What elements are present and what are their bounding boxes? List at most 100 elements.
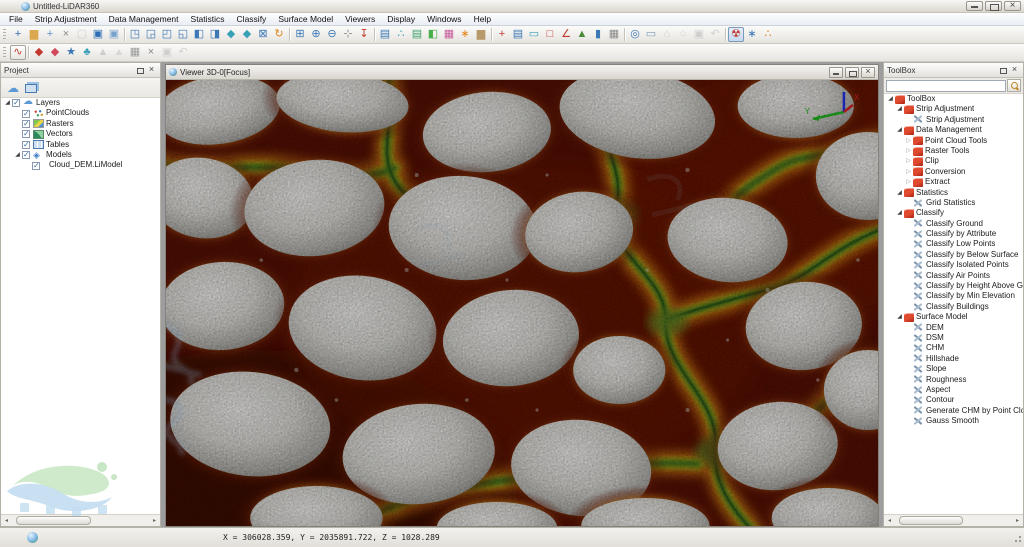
toolbox-tree-item[interactable]: Roughness: [884, 375, 1023, 385]
layer-checkbox[interactable]: [22, 110, 30, 118]
expander-icon[interactable]: [904, 177, 913, 187]
toolbox-tree-item[interactable]: Classify by Attribute: [884, 229, 1023, 239]
toolbox-tree-item[interactable]: Aspect: [884, 385, 1023, 395]
pan[interactable]: ⊹: [340, 27, 356, 42]
layer-checkbox[interactable]: [22, 120, 30, 128]
toolbox-tree-item[interactable]: Slope: [884, 364, 1023, 374]
view-top[interactable]: ◳: [127, 27, 143, 42]
orbit-rotate[interactable]: ↻: [271, 27, 287, 42]
layer-checkbox[interactable]: [12, 99, 20, 107]
view-iso-front[interactable]: ◆: [223, 27, 239, 42]
search-icon[interactable]: [1007, 79, 1021, 92]
profile-points[interactable]: ∴: [393, 27, 409, 42]
toolbox-tree-item[interactable]: Extract: [884, 177, 1023, 187]
expander-icon[interactable]: [904, 156, 913, 166]
toolbox-tree-item[interactable]: DEM: [884, 323, 1023, 333]
toolbox-tree-item[interactable]: Classify by Height Above Gro: [884, 281, 1023, 291]
display-settings[interactable]: ∗: [457, 27, 473, 42]
save-selection[interactable]: ▣: [691, 27, 707, 42]
select-polygon[interactable]: ⌂: [659, 27, 675, 42]
view-bottom[interactable]: ◲: [143, 27, 159, 42]
layers-icon[interactable]: [25, 84, 37, 93]
pick-point[interactable]: +: [494, 27, 510, 42]
scrollbar-thumb[interactable]: [16, 516, 91, 525]
menu-item[interactable]: Surface Model: [272, 13, 339, 26]
toolbox-tree-item[interactable]: Point Cloud Tools: [884, 136, 1023, 146]
toolbox-tree-item[interactable]: Clip: [884, 156, 1023, 166]
expander-icon[interactable]: [895, 312, 904, 322]
scroll-left-icon[interactable]: ◂: [1, 517, 12, 524]
viewer-minimize-button[interactable]: [829, 67, 843, 78]
toolbar-drag-handle[interactable]: [3, 47, 6, 59]
toolbox-tree-item[interactable]: Classify Air Points: [884, 271, 1023, 281]
menu-item[interactable]: File: [3, 13, 29, 26]
viewer-title-bar[interactable]: Viewer 3D-0[Focus]: [166, 65, 878, 80]
float-panel-icon[interactable]: [134, 65, 145, 75]
image-folder[interactable]: ▆: [473, 27, 489, 42]
project-tree-item[interactable]: Tables: [1, 140, 160, 150]
undo-selection[interactable]: ↶: [707, 27, 723, 42]
layer-checkbox[interactable]: [22, 151, 30, 159]
save-project-as[interactable]: ▣: [106, 27, 122, 42]
toolbox-tree-item[interactable]: Generate CHM by Point Clou: [884, 406, 1023, 416]
measure-density[interactable]: ▦: [606, 27, 622, 42]
menu-item[interactable]: Strip Adjustment: [29, 13, 103, 26]
expander-icon[interactable]: [895, 125, 904, 135]
add-pointcloud-icon[interactable]: ☁: [7, 82, 19, 94]
scroll-right-icon[interactable]: ▸: [149, 517, 160, 524]
expander-icon[interactable]: [3, 98, 12, 108]
classify-interactive-1[interactable]: ◆: [31, 45, 47, 60]
profile-chart[interactable]: ∿: [10, 45, 26, 60]
profile-mountain-1[interactable]: ▲: [95, 45, 111, 60]
toolbox-tree-item[interactable]: Strip Adjustment: [884, 115, 1023, 125]
toolbox-tree-item[interactable]: Gauss Smooth: [884, 416, 1023, 426]
pin-view[interactable]: ↧: [356, 27, 372, 42]
close-button[interactable]: [1004, 1, 1021, 11]
maximize-button[interactable]: [985, 1, 1002, 11]
toolbox-tree-item[interactable]: Classify: [884, 208, 1023, 218]
toolbox-horizontal-scrollbar[interactable]: ◂ ▸: [884, 514, 1023, 526]
layer-checkbox[interactable]: [22, 130, 30, 138]
expander-icon[interactable]: [886, 94, 895, 104]
multi-measure[interactable]: ▤: [510, 27, 526, 42]
toolbox-tree-item[interactable]: Grid Statistics: [884, 198, 1023, 208]
measure-volume[interactable]: ▮: [590, 27, 606, 42]
expander-icon[interactable]: [895, 208, 904, 218]
toolbox-tree-item[interactable]: Statistics: [884, 188, 1023, 198]
zoom-out[interactable]: ⊖: [324, 27, 340, 42]
menu-item[interactable]: Viewers: [339, 13, 381, 26]
add-data[interactable]: +: [42, 27, 58, 42]
scroll-left-icon[interactable]: ◂: [884, 517, 895, 524]
dem-3d-viewport[interactable]: Y X: [166, 80, 878, 526]
viewer-restore-button[interactable]: [845, 67, 859, 78]
scatter-points[interactable]: ∴: [760, 27, 776, 42]
expander-icon[interactable]: [904, 146, 913, 156]
viewer-close-button[interactable]: [861, 67, 875, 78]
new-project[interactable]: +: [10, 27, 26, 42]
minimize-button[interactable]: [966, 1, 983, 11]
display-by-intensity[interactable]: ▤: [409, 27, 425, 42]
expander-icon[interactable]: [895, 188, 904, 198]
menu-item[interactable]: Help: [468, 13, 497, 26]
measure-distance[interactable]: ▭: [526, 27, 542, 42]
toolbox-tree-item[interactable]: Raster Tools: [884, 146, 1023, 156]
scroll-right-icon[interactable]: ▸: [1012, 517, 1023, 524]
zoom-in[interactable]: ⊕: [308, 27, 324, 42]
classify-colors[interactable]: ☢: [728, 27, 744, 42]
project-tree-item[interactable]: Vectors: [1, 129, 160, 139]
classify-interactive-2[interactable]: ◆: [47, 45, 63, 60]
float-panel-icon[interactable]: [997, 65, 1008, 75]
toolbox-tree-item[interactable]: ToolBox: [884, 94, 1023, 104]
expander-icon[interactable]: [895, 104, 904, 114]
menu-item[interactable]: Classify: [231, 13, 273, 26]
menu-item[interactable]: Data Management: [103, 13, 185, 26]
layer-checkbox[interactable]: [22, 141, 30, 149]
toolbox-tree-item[interactable]: Classify by Below Surface: [884, 250, 1023, 260]
toolbox-tree-item[interactable]: Classify Low Points: [884, 239, 1023, 249]
menu-item[interactable]: Statistics: [185, 13, 231, 26]
toolbox-tree-item[interactable]: Data Management: [884, 125, 1023, 135]
select-zoom[interactable]: ◎: [627, 27, 643, 42]
open-project[interactable]: ▆: [26, 27, 42, 42]
toolbar-drag-handle[interactable]: [3, 29, 6, 41]
toolbox-tree-item[interactable]: Conversion: [884, 167, 1023, 177]
